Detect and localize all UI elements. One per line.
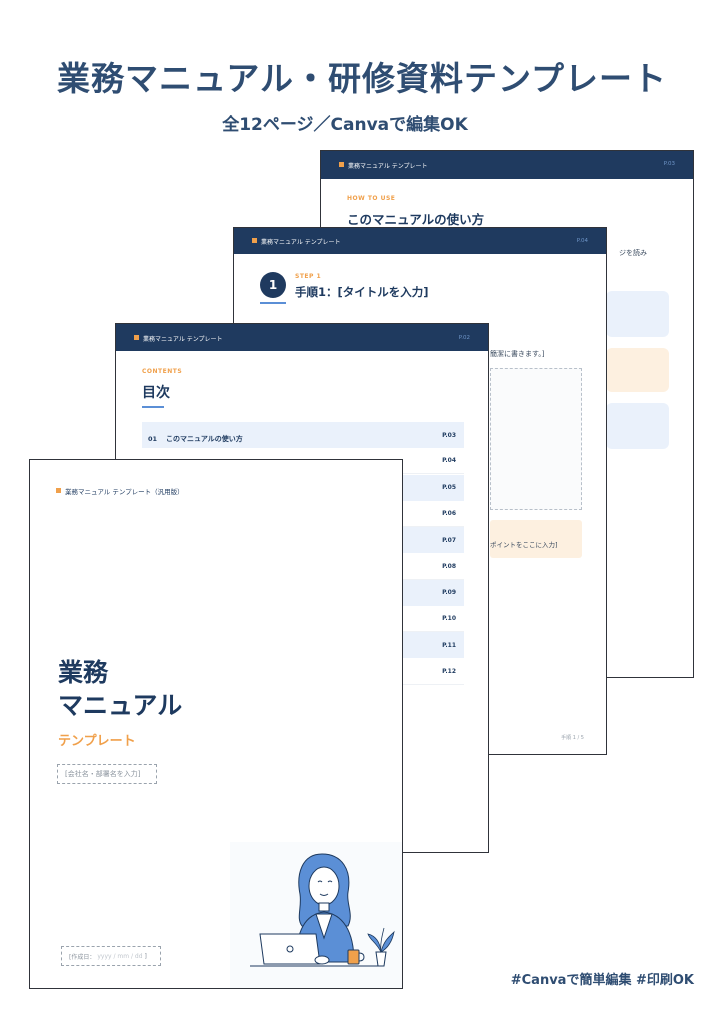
toc-entry: 01 このマニュアルの使い方: [148, 426, 243, 445]
toc-page-number: P.05: [442, 484, 456, 492]
hashtags: #Canvaで簡単編集 #印刷OK: [510, 973, 694, 988]
page-number: P.03: [663, 161, 675, 167]
page-number: P.04: [576, 238, 588, 244]
toc-page-number: P.03: [442, 431, 456, 439]
page-header: 業務マニュアル テンプレート P.04: [234, 228, 606, 254]
header-label: 業務マニュアル テンプレート（汎用版）: [65, 488, 184, 496]
date-placeholder: yyyy / mm / dd: [97, 952, 143, 960]
toc-page-number: P.08: [442, 562, 456, 570]
step-eyebrow: STEP 1: [295, 273, 322, 280]
page-cover: 業務マニュアル テンプレート（汎用版） 業務 マニュアル テンプレート [会社名…: [29, 459, 403, 989]
page-header: 業務マニュアル テンプレート P.03: [321, 151, 693, 179]
info-card: [606, 291, 669, 337]
header-square-icon: [252, 238, 257, 243]
date-suffix: ]: [144, 952, 147, 960]
cover-title: 業務 マニュアル: [58, 656, 182, 722]
header-square-icon: [339, 162, 344, 167]
cover-subtitle: テンプレート: [58, 734, 136, 749]
header-label: 業務マニュアル テンプレート: [348, 163, 428, 170]
toc-label: このマニュアルの使い方: [166, 434, 243, 443]
step-title: 手順1：[タイトルを入力]: [295, 285, 429, 299]
header-square-icon: [134, 335, 139, 340]
page-title: 目次: [142, 385, 170, 401]
cover-title-line-2: マニュアル: [58, 691, 183, 720]
company-name-field[interactable]: [会社名・部署名を入力]: [57, 764, 157, 784]
section-eyebrow: HOW TO USE: [347, 195, 396, 202]
page-number: P.02: [458, 335, 470, 341]
step-number-badge: 1: [260, 272, 286, 298]
toc-number: 01: [148, 434, 158, 443]
toc-page-number: P.07: [442, 536, 456, 544]
header-square-icon: [56, 488, 61, 493]
tip-text: ポイントをここに入力]: [490, 541, 558, 549]
toc-page-number: P.06: [442, 509, 456, 517]
date-field[interactable]: [作成日： yyyy / mm / dd ]: [61, 946, 161, 966]
cover-title-line-1: 業務: [58, 658, 109, 687]
toc-page-number: P.10: [442, 615, 456, 623]
tip-box: ポイントをここに入力]: [490, 520, 582, 558]
main-title: 業務マニュアル・研修資料テンプレート: [56, 59, 668, 98]
woman-at-laptop-illustration: [230, 842, 402, 988]
body-text: 簡潔に書きます。]: [490, 350, 545, 358]
toc-page-number: P.11: [442, 641, 456, 649]
header-label: 業務マニュアル テンプレート: [261, 239, 341, 246]
info-card: [606, 403, 669, 449]
step-counter: 手順 1 / 5: [561, 735, 584, 741]
image-placeholder: [490, 368, 582, 510]
toc-page-number: P.12: [442, 667, 456, 675]
tip-card: [606, 348, 669, 392]
header-label: 業務マニュアル テンプレート: [143, 336, 223, 343]
body-text: ジを読み: [619, 249, 647, 257]
sub-title: 全12ページ／Canvaで編集OK: [222, 115, 468, 135]
section-eyebrow: CONTENTS: [142, 368, 183, 375]
page-header: 業務マニュアル テンプレート P.02: [116, 324, 488, 351]
title-underline: [142, 406, 164, 408]
date-label: [作成日：: [69, 953, 96, 961]
toc-page-number: P.04: [442, 457, 456, 465]
step-underline: [260, 302, 286, 304]
toc-row[interactable]: 01 このマニュアルの使い方 P.03: [142, 422, 464, 448]
page-title: このマニュアルの使い方: [347, 212, 485, 227]
toc-page-number: P.09: [442, 589, 456, 597]
